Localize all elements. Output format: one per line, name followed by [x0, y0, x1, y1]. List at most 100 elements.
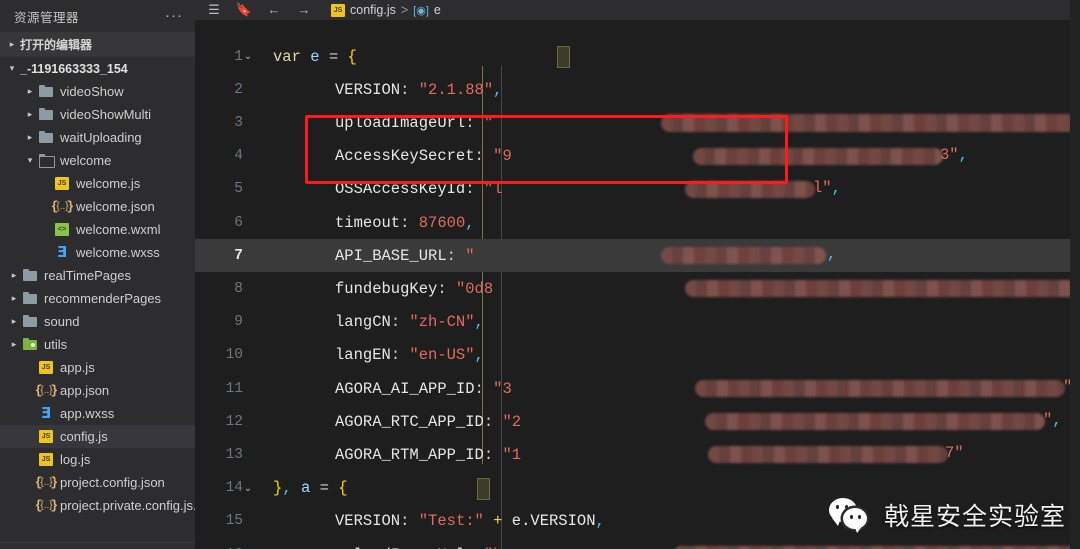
code-text-tail: 3", — [940, 145, 968, 164]
file-tree-item[interactable]: welcome.wxml — [0, 218, 195, 241]
file-tree-item-label: app.json — [60, 383, 110, 398]
file-tree-item[interactable]: welcome — [0, 149, 195, 172]
file-tree-item[interactable]: realTimePages — [0, 264, 195, 287]
breadcrumb: config.js > [◉] e — [331, 3, 441, 17]
file-tree-item-label: videoShowMulti — [60, 107, 152, 122]
file-tree-item-label: config.js — [60, 429, 108, 444]
file-tree-item[interactable]: app.wxss — [0, 402, 195, 425]
fold-chevron-down-icon[interactable]: ⌄ — [241, 51, 255, 62]
file-tree-item[interactable]: recommenderPages — [0, 287, 195, 310]
line-number: 8 — [234, 280, 243, 297]
redacted-value — [705, 413, 1045, 431]
json-file-icon: {..} — [38, 474, 55, 490]
code-line[interactable]: 5 OSSAccessKeyId: "l — [195, 173, 1080, 206]
file-tree-item-label: realTimePages — [44, 268, 131, 283]
file-tree-item-label: log.js — [60, 452, 91, 467]
explorer-more-actions-icon[interactable]: ··· — [165, 8, 183, 23]
file-tree-item[interactable]: log.js — [0, 448, 195, 471]
wxss-file-icon — [54, 243, 71, 260]
chevron-right-icon[interactable] — [6, 294, 22, 303]
file-tree-item-label: welcome.js — [76, 176, 141, 191]
breadcrumb-symbol[interactable]: e — [434, 3, 441, 17]
editor-pane: ☰ 🔖 ← → config.js > [◉] e 1⌄var e = {2VE… — [195, 0, 1080, 549]
file-tree-item[interactable]: {..} welcome.json — [0, 195, 195, 218]
chevron-right-icon[interactable] — [22, 110, 38, 119]
folder-icon — [38, 107, 55, 122]
code-text: VERSION: "Test:" + e.VERSION, — [335, 512, 605, 531]
code-text: AGORA_AI_APP_ID: "3 — [335, 379, 512, 398]
open-editors-section[interactable]: 打开的编辑器 — [0, 32, 195, 57]
line-number: 3 — [234, 114, 243, 131]
chevron-right-icon[interactable] — [22, 87, 38, 96]
file-tree-item-label: app.wxss — [60, 406, 115, 421]
list-icon[interactable]: ☰ — [199, 0, 229, 20]
line-number: 10 — [225, 347, 243, 364]
file-tree-item[interactable]: {..} project.config.json — [0, 471, 195, 494]
breadcrumb-file[interactable]: config.js — [350, 3, 396, 17]
fold-chevron-down-icon[interactable]: ⌄ — [241, 483, 255, 494]
code-line[interactable]: 2 VERSION: "2.1.88", — [195, 73, 1080, 106]
code-text-tail: , — [827, 245, 837, 264]
arrow-right-icon[interactable]: → — [289, 0, 319, 20]
file-tree-item-label: sound — [44, 314, 80, 329]
file-tree-item-label: welcome — [60, 153, 112, 168]
javascript-file-icon — [331, 3, 345, 17]
file-tree-item[interactable]: app.js — [0, 356, 195, 379]
code-line[interactable]: 7 API_BASE_URL: " — [195, 239, 1080, 273]
json-file-icon: {..} — [38, 382, 55, 398]
file-tree-item-label: utils — [44, 337, 68, 352]
code-area[interactable]: 1 ⌄ var e = {2 VERSION: "2.1.88", 3 uploadIma… — [195, 20, 1080, 549]
javascript-file-icon — [38, 360, 55, 375]
explorer-header: 资源管理器 ··· — [0, 0, 195, 32]
line-number: 11 — [225, 380, 243, 397]
code-text: langEN: "en-US", — [335, 346, 484, 365]
file-tree-item[interactable]: waitUploading — [0, 126, 195, 149]
chevron-right-icon[interactable] — [6, 317, 22, 326]
file-tree-item[interactable]: {..} app.json — [0, 379, 195, 402]
workspace-root-row[interactable]: _-1191663333_154 — [0, 57, 195, 80]
code-line[interactable]: 10 langEN: "en-US", — [195, 339, 1080, 372]
arrow-left-icon[interactable]: ← — [259, 0, 289, 20]
file-tree: videoShow videoShowMulti waitUploading welc… — [0, 80, 195, 517]
json-file-icon: {..} — [54, 198, 71, 214]
file-tree-item-label: videoShow — [60, 84, 124, 99]
chevron-down-icon[interactable] — [4, 64, 20, 73]
explorer-sidebar: 资源管理器 ··· 打开的编辑器 _-1191663333_154 videoS… — [0, 0, 195, 549]
vscode-window: 资源管理器 ··· 打开的编辑器 _-1191663333_154 videoS… — [0, 0, 1080, 549]
code-text: AccessKeySecret: "9 — [335, 147, 512, 166]
chevron-right-icon[interactable] — [4, 40, 20, 49]
chevron-right-icon[interactable] — [22, 133, 38, 142]
chevron-right-icon[interactable] — [6, 340, 22, 349]
code-line[interactable]: 1 ⌄ var e = { — [195, 40, 1080, 73]
file-tree-item-label: waitUploading — [60, 130, 142, 145]
file-tree-item[interactable]: videoShowMulti — [0, 103, 195, 126]
code-text: API_BASE_URL: " — [335, 246, 475, 265]
chevron-down-icon[interactable] — [22, 156, 38, 165]
explorer-title: 资源管理器 — [14, 10, 80, 25]
bookmark-icon[interactable]: 🔖 — [229, 0, 259, 20]
code-line[interactable]: 6 timeout: 87600, — [195, 206, 1080, 239]
editor-toolbar: ☰ 🔖 ← → config.js > [◉] e — [195, 0, 1080, 20]
workspace-root-label: _-1191663333_154 — [20, 61, 128, 76]
code-text: var e = { — [273, 47, 357, 66]
file-tree-item[interactable]: config.js — [0, 425, 195, 448]
file-tree-item[interactable]: sound — [0, 310, 195, 333]
redacted-value — [661, 113, 1080, 132]
file-tree-item[interactable]: welcome.js — [0, 172, 195, 195]
redacted-value — [661, 247, 826, 265]
line-number: 15 — [225, 513, 243, 530]
sidebar-divider — [0, 542, 195, 543]
folder-icon — [22, 268, 39, 283]
code-text-tail: 7" — [945, 444, 964, 463]
folder-icon — [38, 130, 55, 145]
file-tree-item[interactable]: videoShow — [0, 80, 195, 103]
code-line[interactable]: 9 langCN: "zh-CN", — [195, 306, 1080, 339]
chevron-right-icon[interactable] — [6, 271, 22, 280]
file-tree-item-label: recommenderPages — [44, 291, 162, 306]
breadcrumb-separator: > — [400, 3, 409, 17]
file-tree-item[interactable]: {..} project.private.config.js... — [0, 494, 195, 517]
file-tree-item[interactable]: welcome.wxss — [0, 241, 195, 264]
redacted-value — [695, 380, 1065, 397]
file-tree-item[interactable]: utils — [0, 333, 195, 356]
file-tree-item-label: welcome.wxss — [76, 245, 160, 260]
